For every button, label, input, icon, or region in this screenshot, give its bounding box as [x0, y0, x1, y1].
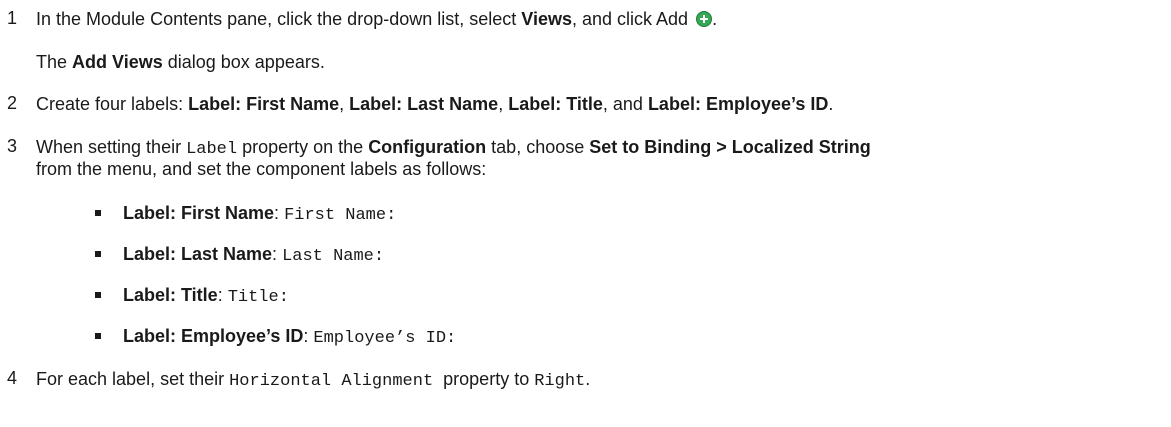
- list-item-value: Title:: [227, 288, 289, 307]
- step-text: Create four labels: Label: First Name, L…: [36, 94, 834, 114]
- menu-path: Set to Binding > Localized String: [589, 137, 871, 157]
- list-item-value: Employee’s ID:: [313, 329, 457, 348]
- label-first-name: Label: First Name: [188, 94, 340, 114]
- label-employee-id: Label: Employee’s ID: [647, 94, 829, 114]
- bullet-marker: [95, 292, 101, 298]
- list-item-value: First Name:: [284, 206, 397, 225]
- list-item-label: Label: First Name: [123, 203, 275, 223]
- label-title: Label: Title: [508, 94, 603, 114]
- step-text-continued: from the menu, and set the component lab…: [36, 159, 487, 179]
- property-name: Label: [186, 140, 238, 159]
- property-name: Horizontal Alignment: [229, 372, 434, 391]
- list-item-label: Label: Title: [123, 285, 218, 305]
- property-value: Right: [534, 372, 586, 391]
- tab-name: Configuration: [368, 137, 487, 157]
- step-number: 4: [7, 368, 18, 388]
- list-item-label: Label: Last Name: [123, 244, 273, 264]
- bullet-marker: [95, 251, 101, 257]
- label-last-name: Label: Last Name: [349, 94, 499, 114]
- step-1-result: The Add Views dialog box appears.: [36, 52, 325, 72]
- ui-term-views: Views: [521, 9, 572, 29]
- dialog-name: Add Views: [72, 52, 163, 72]
- step-number: 1: [7, 8, 18, 28]
- step-text: For each label, set their Horizontal Ali…: [36, 369, 591, 391]
- list-item-label: Label: Employee’s ID: [123, 326, 304, 346]
- step-text: In the Module Contents pane, click the d…: [36, 9, 718, 29]
- step-number: 3: [7, 136, 18, 156]
- step-number: 2: [7, 93, 18, 113]
- list-item-value: Last Name:: [282, 247, 385, 266]
- add-icon: [696, 11, 713, 27]
- bullet-marker: [95, 210, 101, 216]
- bullet-marker: [95, 333, 101, 339]
